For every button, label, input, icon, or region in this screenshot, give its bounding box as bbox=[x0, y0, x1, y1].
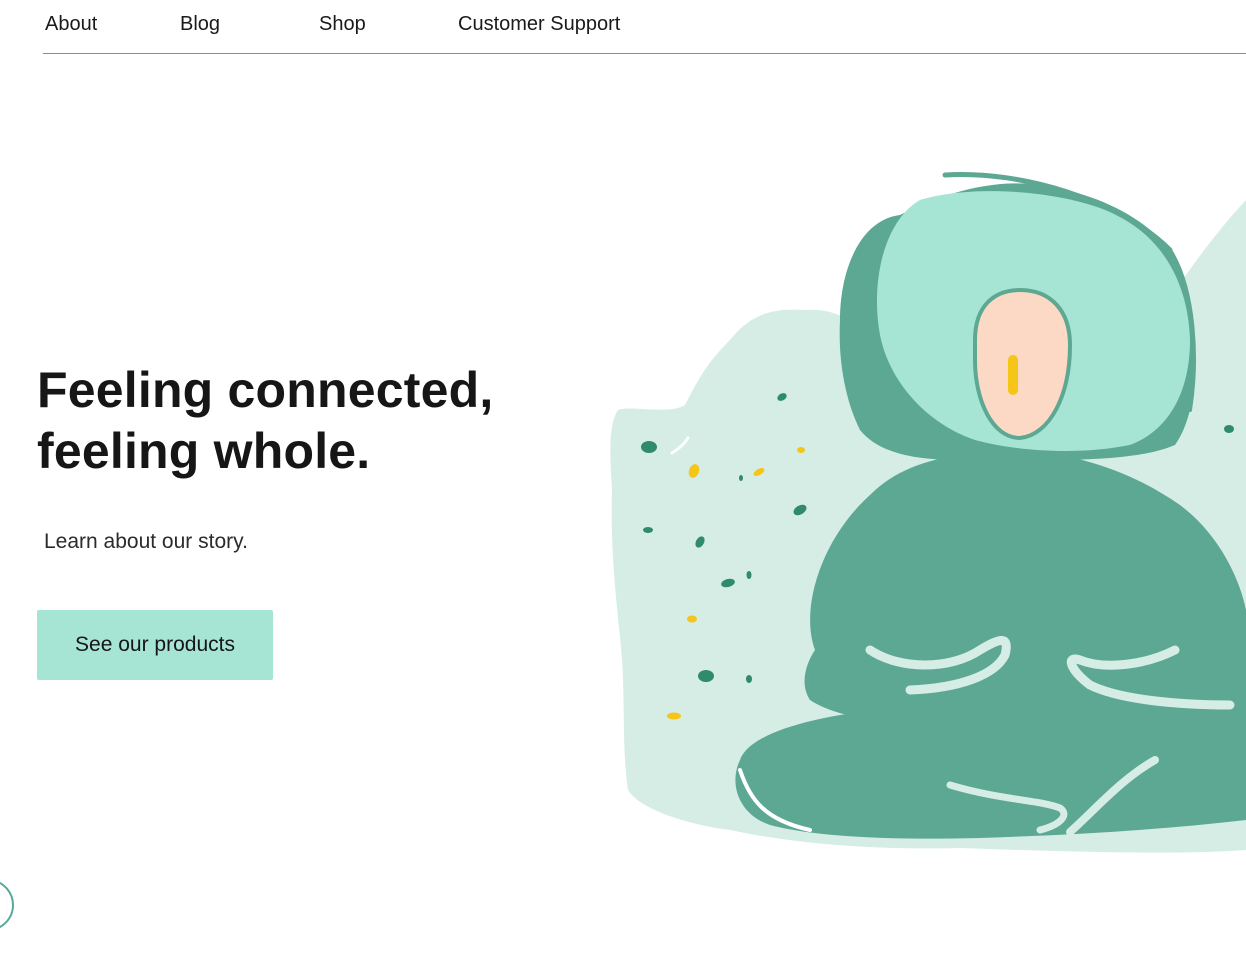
nav-link-about[interactable]: About bbox=[45, 12, 97, 36]
nav-link-blog[interactable]: Blog bbox=[180, 12, 220, 36]
see-products-button[interactable]: See our products bbox=[37, 610, 273, 680]
hero-title-line-2: feeling whole. bbox=[37, 423, 371, 479]
nav-link-customer-support[interactable]: Customer Support bbox=[458, 12, 620, 36]
top-navigation: About Blog Shop Customer Support bbox=[43, 0, 1246, 54]
figure-nose bbox=[1008, 355, 1018, 395]
hero-title: Feeling connected, feeling whole. bbox=[37, 360, 557, 482]
nav-link-shop[interactable]: Shop bbox=[319, 12, 366, 36]
hero-subtitle: Learn about our story. bbox=[44, 530, 248, 553]
meditating-person-illustration bbox=[610, 171, 1246, 853]
chat-widget-icon[interactable] bbox=[0, 879, 14, 931]
hero-title-line-1: Feeling connected, bbox=[37, 362, 494, 418]
